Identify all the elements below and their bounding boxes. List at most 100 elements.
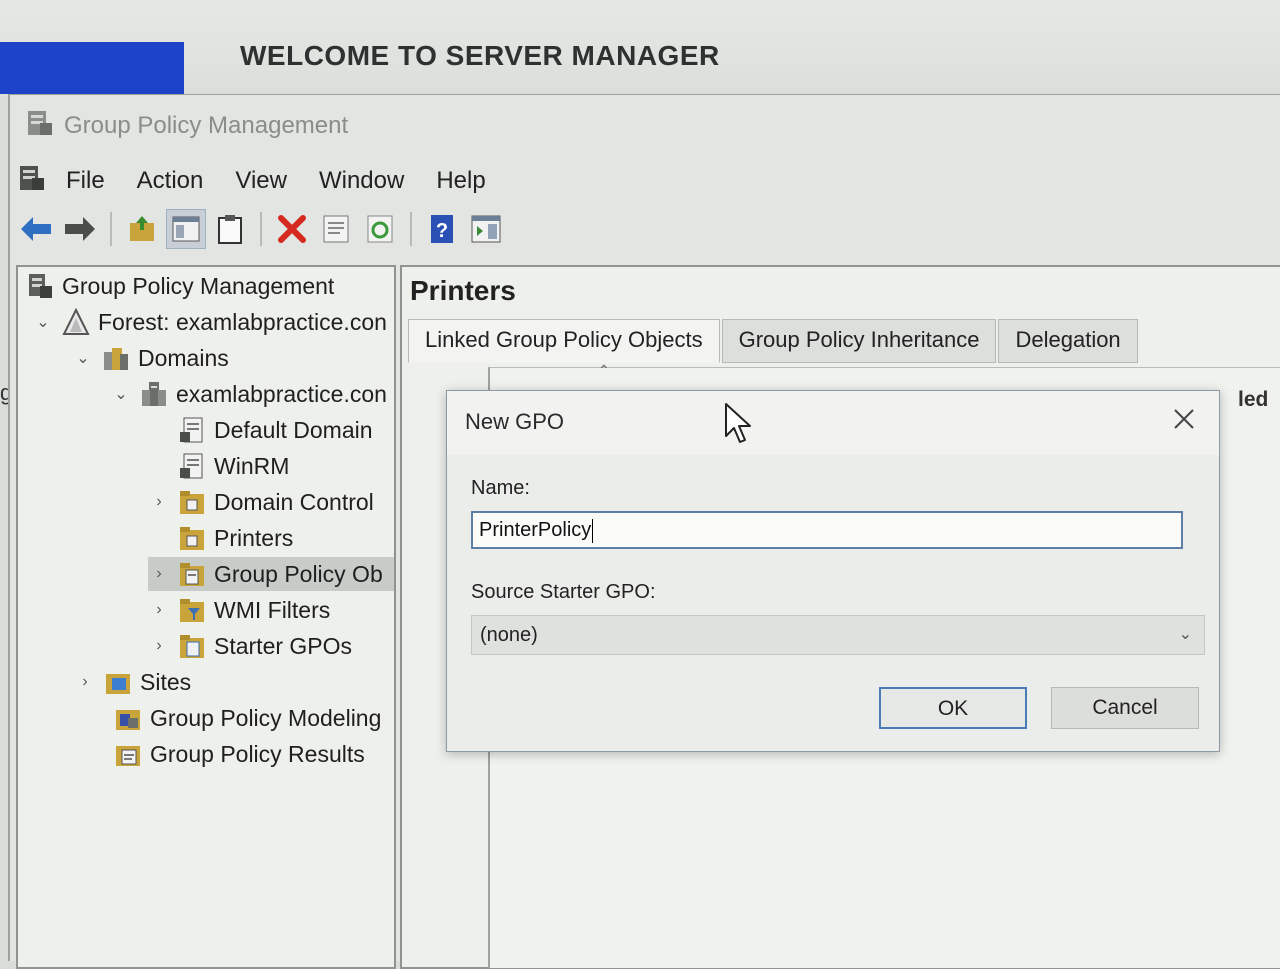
menu-window[interactable]: Window bbox=[303, 167, 420, 195]
gpm-console-icon bbox=[26, 272, 54, 300]
tree-item-domain[interactable]: ⌄ examlabpractice.con bbox=[110, 377, 387, 411]
source-starter-value: (none) bbox=[480, 624, 538, 646]
chevron-down-icon[interactable]: ⌄ bbox=[72, 348, 94, 368]
chevron-right-icon[interactable]: › bbox=[74, 673, 96, 691]
menu-bar: File Action View Window Help bbox=[16, 161, 502, 201]
delete-icon[interactable] bbox=[272, 209, 312, 249]
clipboard-icon[interactable] bbox=[210, 209, 250, 249]
gpo-name-input[interactable]: PrinterPolicy bbox=[471, 511, 1183, 549]
window-titlebar: Group Policy Management bbox=[24, 109, 348, 143]
tree-item-forest[interactable]: ⌄ Forest: examlabpractice.con bbox=[32, 305, 387, 339]
tab-linked-gpos[interactable]: Linked Group Policy Objects bbox=[408, 319, 720, 363]
ou-folder-icon bbox=[178, 524, 206, 552]
tree-item-label: Domains bbox=[138, 344, 229, 371]
back-arrow-icon[interactable] bbox=[16, 209, 56, 249]
tree-item-group-policy-objects[interactable]: › Group Policy Ob bbox=[148, 557, 394, 591]
show-hide-tree-icon[interactable] bbox=[166, 209, 206, 249]
up-folder-icon[interactable] bbox=[122, 209, 162, 249]
name-label: Name: bbox=[471, 477, 530, 499]
toolbar-separator bbox=[110, 212, 112, 246]
svg-text:?: ? bbox=[436, 220, 448, 242]
toolbar-separator bbox=[410, 212, 412, 246]
tree-item-starter-gpos[interactable]: › Starter GPOs bbox=[148, 629, 352, 663]
ok-button[interactable]: OK bbox=[879, 687, 1027, 729]
ou-folder-icon bbox=[178, 488, 206, 516]
chevron-right-icon[interactable]: › bbox=[148, 493, 170, 511]
new-gpo-dialog: New GPO Name: PrinterPolicy Source Start… bbox=[446, 390, 1220, 752]
cancel-button[interactable]: Cancel bbox=[1051, 687, 1199, 729]
tab-inheritance[interactable]: Group Policy Inheritance bbox=[721, 319, 997, 363]
tree-item-gpm-root[interactable]: Group Policy Management bbox=[26, 269, 334, 303]
chevron-right-icon[interactable]: › bbox=[148, 601, 170, 619]
tree-item-domain-controllers[interactable]: › Domain Control bbox=[148, 485, 374, 519]
tree-item-printers[interactable]: Printers bbox=[178, 521, 293, 555]
properties-icon[interactable] bbox=[316, 209, 356, 249]
tree-item-label: WMI Filters bbox=[214, 596, 331, 623]
close-icon[interactable] bbox=[1169, 407, 1199, 437]
tree-item-results[interactable]: Group Policy Results bbox=[114, 737, 365, 771]
details-title: Printers bbox=[410, 275, 516, 306]
forest-icon bbox=[62, 307, 90, 336]
domain-icon bbox=[140, 380, 168, 408]
tree-item-label: examlabpractice.con bbox=[176, 380, 387, 407]
text-caret bbox=[592, 518, 594, 543]
gpo-container-icon bbox=[178, 560, 206, 588]
dialog-title: New GPO bbox=[465, 409, 565, 434]
server-manager-nav-bar bbox=[0, 42, 184, 94]
domains-icon bbox=[102, 344, 130, 372]
window-title: Group Policy Management bbox=[64, 112, 349, 139]
tree-item-label: Forest: examlabpractice.con bbox=[98, 308, 387, 335]
chevron-down-icon[interactable]: ⌄ bbox=[32, 312, 54, 332]
details-tabs: Linked Group Policy Objects Group Policy… bbox=[408, 319, 1140, 363]
console-icon[interactable] bbox=[16, 162, 48, 201]
source-starter-label: Source Starter GPO: bbox=[471, 581, 656, 603]
sites-icon bbox=[104, 668, 132, 696]
tree-item-label: WinRM bbox=[214, 452, 290, 479]
tree-item-winrm[interactable]: WinRM bbox=[178, 449, 289, 483]
tree-item-label: Group Policy Results bbox=[150, 740, 365, 767]
tree-item-modeling[interactable]: Group Policy Modeling bbox=[114, 701, 381, 735]
dialog-body: Name: PrinterPolicy Source Starter GPO: … bbox=[447, 455, 1219, 751]
mouse-pointer-icon bbox=[724, 402, 752, 449]
chevron-down-icon[interactable]: ⌄ bbox=[1179, 616, 1192, 654]
starter-gpo-icon bbox=[178, 632, 206, 660]
wmi-filter-icon bbox=[178, 596, 206, 624]
refresh-icon[interactable] bbox=[360, 209, 400, 249]
tab-delegation[interactable]: Delegation bbox=[998, 319, 1138, 363]
source-starter-select[interactable]: (none) ⌄ bbox=[471, 615, 1205, 655]
menu-action[interactable]: Action bbox=[121, 167, 220, 195]
sort-caret-icon[interactable]: ⌃ bbox=[598, 362, 610, 379]
tree-item-domains[interactable]: ⌄ Domains bbox=[72, 341, 229, 375]
tree-item-label: Group Policy Modeling bbox=[150, 704, 382, 731]
tree-item-default-domain-policy[interactable]: Default Domain bbox=[178, 413, 373, 447]
tree-item-label: Group Policy Management bbox=[62, 272, 335, 299]
chevron-down-icon[interactable]: ⌄ bbox=[110, 384, 132, 404]
tree-item-wmi-filters[interactable]: › WMI Filters bbox=[148, 593, 330, 627]
tree-item-label: Domain Control bbox=[214, 488, 374, 515]
tree-item-label: Starter GPOs bbox=[214, 632, 353, 659]
gpo-link-icon bbox=[178, 416, 206, 444]
chevron-right-icon[interactable]: › bbox=[148, 637, 170, 655]
menu-help[interactable]: Help bbox=[420, 167, 501, 195]
gpm-app-icon bbox=[24, 107, 56, 146]
tree-item-label: Printers bbox=[214, 524, 294, 551]
toolbar: ? bbox=[16, 207, 506, 251]
tree-item-label: Default Domain bbox=[214, 416, 373, 443]
column-header-enabled[interactable]: led bbox=[1238, 388, 1268, 412]
console-tree: Group Policy Management ⌄ Forest: examla… bbox=[16, 265, 396, 969]
menu-view[interactable]: View bbox=[219, 167, 303, 195]
menu-file[interactable]: File bbox=[50, 167, 121, 195]
tree-item-sites[interactable]: › Sites bbox=[74, 665, 191, 699]
action-pane-icon[interactable] bbox=[466, 209, 506, 249]
gpo-link-icon bbox=[178, 452, 206, 480]
modeling-icon bbox=[114, 704, 142, 732]
chevron-right-icon[interactable]: › bbox=[148, 565, 170, 583]
results-icon bbox=[114, 740, 142, 768]
forward-arrow-icon[interactable] bbox=[60, 209, 100, 249]
tree-item-label: Group Policy Ob bbox=[214, 560, 383, 587]
tree-item-label: Sites bbox=[140, 668, 192, 695]
toolbar-separator bbox=[260, 212, 262, 246]
gpo-name-value: PrinterPolicy bbox=[479, 519, 592, 541]
server-manager-welcome-title: WELCOME TO SERVER MANAGER bbox=[240, 40, 720, 71]
help-icon[interactable]: ? bbox=[422, 209, 462, 249]
